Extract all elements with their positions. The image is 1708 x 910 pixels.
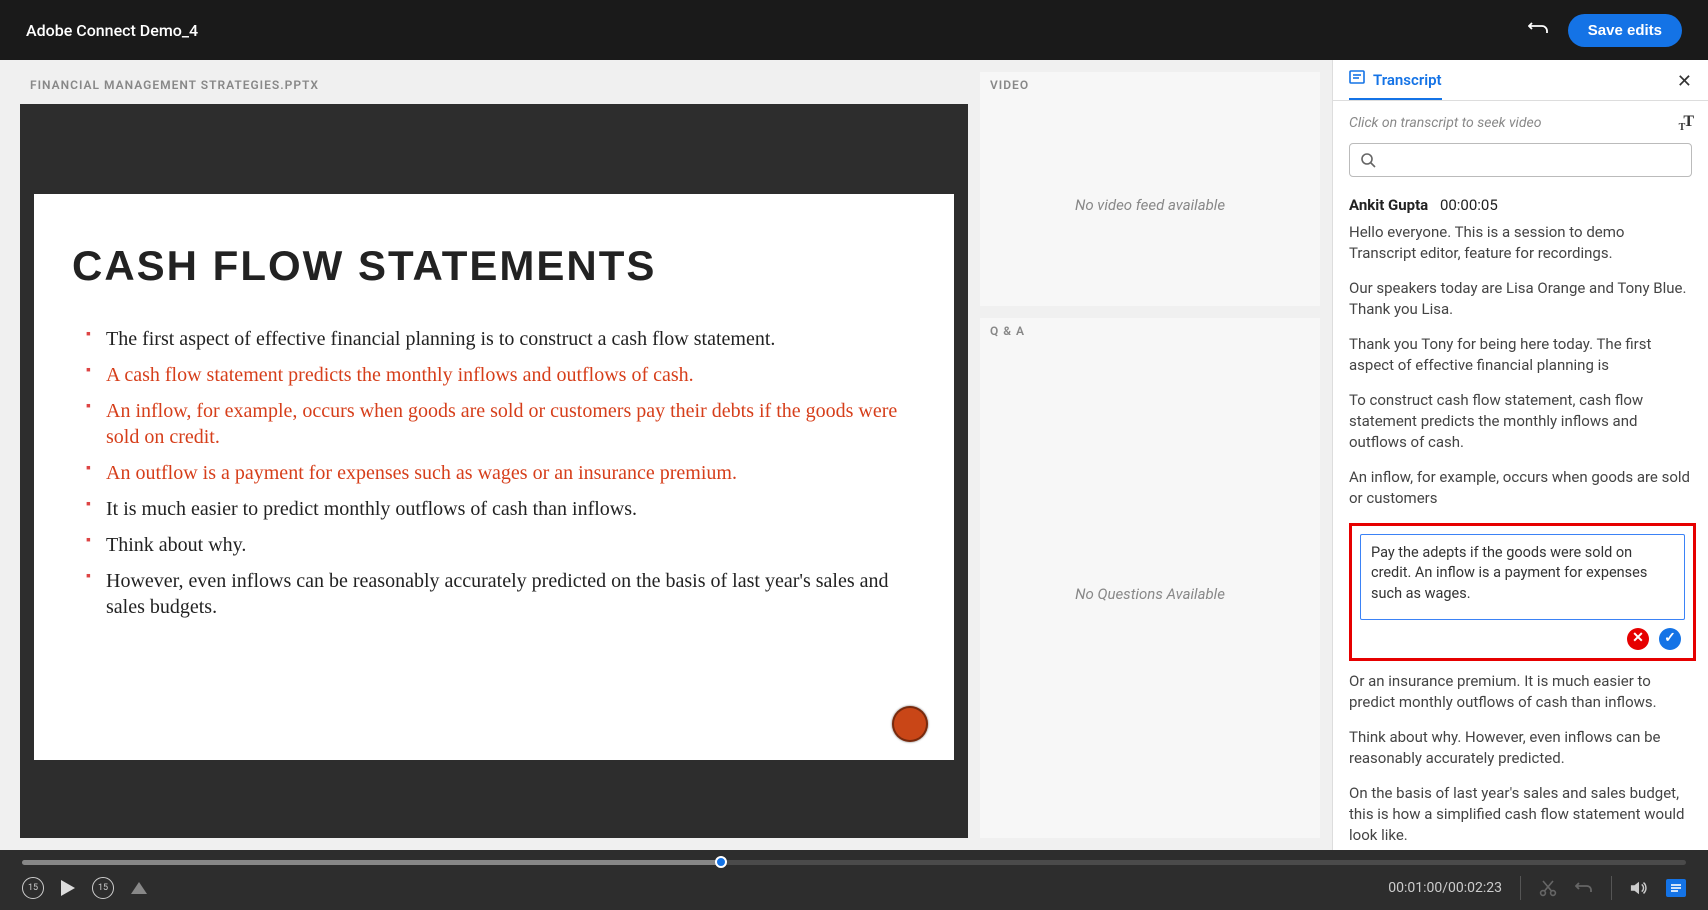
transcript-search-row xyxy=(1333,143,1708,189)
slide-bullet: An outflow is a payment for expenses suc… xyxy=(86,460,928,486)
close-icon[interactable]: ✕ xyxy=(1677,71,1692,100)
transcript-speaker: Ankit Gupta 00:00:05 xyxy=(1349,195,1704,216)
skip-forward-button[interactable]: 15 xyxy=(92,877,114,899)
transcript-header: Transcript ✕ xyxy=(1333,60,1708,100)
video-pane: VIDEO No video feed available xyxy=(980,72,1320,306)
playback-thumb[interactable] xyxy=(715,856,727,868)
transcript-segment[interactable]: An inflow, for example, occurs when good… xyxy=(1349,467,1704,509)
transcript-toggle-icon[interactable] xyxy=(1666,879,1686,897)
slide-bullet: However, even inflows can be reasonably … xyxy=(86,568,928,620)
transcript-segment[interactable]: Think about why. However, even inflows c… xyxy=(1349,727,1704,769)
video-placeholder: No video feed available xyxy=(980,104,1320,306)
volume-icon[interactable] xyxy=(1630,879,1648,897)
play-button[interactable] xyxy=(60,879,76,897)
playback-controls-right: 00:01:00/00:02:23 xyxy=(1388,876,1686,900)
transcript-tab-label: Transcript xyxy=(1373,71,1442,89)
slide-bullet: A cash flow statement predicts the month… xyxy=(86,362,928,388)
transcript-segment[interactable]: Thank you Tony for being here today. The… xyxy=(1349,334,1704,376)
transcript-edit-highlight: Pay the adepts if the goods were sold on… xyxy=(1349,523,1696,661)
font-size-icon[interactable]: TT xyxy=(1679,113,1692,133)
marker-icon[interactable] xyxy=(130,881,148,895)
main-area: FINANCIAL MANAGEMENT STRATEGIES.PPTX CAS… xyxy=(0,60,1708,850)
undo-icon[interactable] xyxy=(1528,20,1550,40)
slide-title: CASH FLOW STATEMENTS xyxy=(72,242,928,290)
playback-time: 00:01:00/00:02:23 xyxy=(1388,880,1502,896)
slide-bullet: The first aspect of effective financial … xyxy=(86,326,928,352)
side-column: VIDEO No video feed available Q & A No Q… xyxy=(968,60,1332,850)
transcript-hint: Click on transcript to seek video xyxy=(1349,115,1541,131)
transcript-segment[interactable]: Hello everyone. This is a session to dem… xyxy=(1349,222,1704,264)
speaker-name: Ankit Gupta xyxy=(1349,196,1428,214)
transcript-segment[interactable]: Or an insurance premium. It is much easi… xyxy=(1349,671,1704,713)
transcript-search[interactable] xyxy=(1349,143,1692,177)
transcript-segment[interactable]: On the basis of last year's sales and sa… xyxy=(1349,783,1704,846)
speaker-timestamp: 00:00:05 xyxy=(1440,196,1498,214)
transcript-icon xyxy=(1349,70,1365,90)
slide-bullet-list: The first aspect of effective financial … xyxy=(72,326,928,620)
transcript-body[interactable]: Ankit Gupta 00:00:05 Hello everyone. Thi… xyxy=(1333,189,1708,850)
transcript-segments: Hello everyone. This is a session to dem… xyxy=(1349,222,1704,509)
slide-bullet: It is much easier to predict monthly out… xyxy=(86,496,928,522)
divider xyxy=(1611,876,1612,900)
playback-bar: 15 15 00:01:00/00:02:23 xyxy=(0,850,1708,910)
cancel-edit-button[interactable]: ✕ xyxy=(1627,628,1649,650)
qa-label: Q & A xyxy=(980,318,1320,350)
video-label: VIDEO xyxy=(980,72,1320,104)
transcript-edit-input[interactable]: Pay the adepts if the goods were sold on… xyxy=(1360,534,1685,620)
divider xyxy=(1520,876,1521,900)
cut-icon[interactable] xyxy=(1539,879,1557,897)
slide-container: CASH FLOW STATEMENTS The first aspect of… xyxy=(20,104,968,838)
app-header: Adobe Connect Demo_4 Save edits xyxy=(0,0,1708,60)
slide-column: FINANCIAL MANAGEMENT STRATEGIES.PPTX CAS… xyxy=(0,60,968,850)
transcript-segments-after: Or an insurance premium. It is much easi… xyxy=(1349,671,1704,850)
search-icon xyxy=(1360,152,1376,168)
playback-track[interactable] xyxy=(22,860,1686,865)
slide-stamp-icon xyxy=(892,706,928,742)
slide-bullet: Think about why. xyxy=(86,532,928,558)
header-actions: Save edits xyxy=(1528,14,1682,47)
save-edits-button[interactable]: Save edits xyxy=(1568,14,1682,47)
transcript-segment[interactable]: Our speakers today are Lisa Orange and T… xyxy=(1349,278,1704,320)
confirm-edit-button[interactable]: ✓ xyxy=(1659,628,1681,650)
slide-content: CASH FLOW STATEMENTS The first aspect of… xyxy=(34,194,954,760)
transcript-hint-row: Click on transcript to seek video TT xyxy=(1333,101,1708,143)
app-title: Adobe Connect Demo_4 xyxy=(26,21,198,40)
transcript-edit-actions: ✕ ✓ xyxy=(1360,628,1685,650)
transcript-search-input[interactable] xyxy=(1384,152,1681,168)
qa-placeholder: No Questions Available xyxy=(980,350,1320,838)
transcript-panel: Transcript ✕ Click on transcript to seek… xyxy=(1332,60,1708,850)
slide-bullet: An inflow, for example, occurs when good… xyxy=(86,398,928,450)
qa-pane: Q & A No Questions Available xyxy=(980,318,1320,838)
playback-controls-left: 15 15 xyxy=(22,877,148,899)
transcript-segment[interactable]: To construct cash flow statement, cash f… xyxy=(1349,390,1704,453)
revert-icon[interactable] xyxy=(1575,879,1593,897)
transcript-tab[interactable]: Transcript xyxy=(1349,70,1442,100)
skip-back-button[interactable]: 15 xyxy=(22,877,44,899)
playback-progress xyxy=(22,860,721,865)
playback-controls: 15 15 00:01:00/00:02:23 xyxy=(0,876,1708,910)
slide-file-label: FINANCIAL MANAGEMENT STRATEGIES.PPTX xyxy=(20,72,968,104)
